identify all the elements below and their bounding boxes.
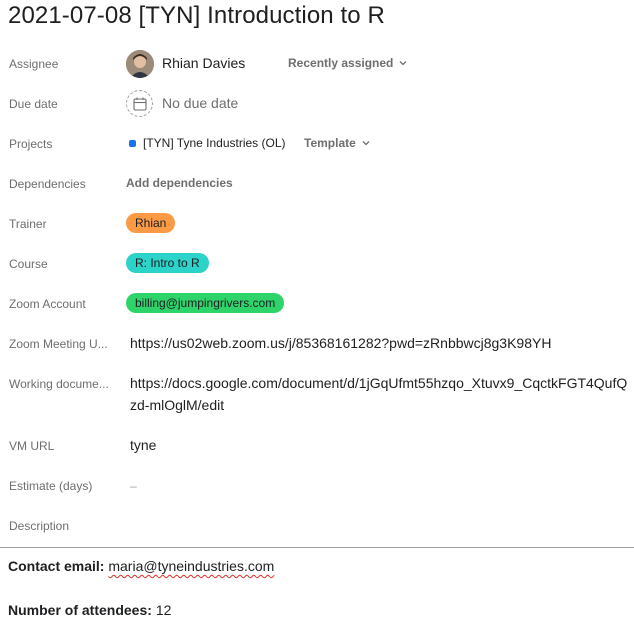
description-label: Description: [9, 519, 70, 533]
trainer-label: Trainer: [9, 217, 47, 231]
attendees-label: Number of attendees:: [8, 602, 152, 618]
recently-assigned-dropdown[interactable]: Recently assigned: [288, 56, 407, 70]
avatar[interactable]: [126, 50, 154, 78]
add-dependencies-button[interactable]: Add dependencies: [126, 176, 233, 190]
attendees-value: 12: [155, 602, 172, 618]
chevron-down-icon: [399, 61, 407, 66]
vm-url-value[interactable]: tyne: [130, 437, 156, 453]
trainer-pill[interactable]: Rhian: [126, 213, 176, 233]
assignee-label: Assignee: [9, 57, 59, 71]
dependencies-label: Dependencies: [9, 177, 86, 191]
zoom-meeting-url-label: Zoom Meeting U...: [9, 337, 108, 351]
recently-assigned-label: Recently assigned: [288, 56, 394, 70]
contact-email-value: maria@tyneindustries.com: [108, 558, 275, 574]
working-document-value[interactable]: https://docs.google.com/document/d/1jGqU…: [130, 372, 628, 416]
project-link[interactable]: [TYN] Tyne Industries (OL): [143, 136, 286, 150]
working-document-label: Working docume...: [9, 377, 109, 391]
projects-label: Projects: [9, 137, 53, 151]
project-color-dot: [129, 140, 136, 147]
course-pill[interactable]: R: Intro to R: [126, 253, 209, 273]
zoom-meeting-url-value[interactable]: https://us02web.zoom.us/j/85368161282?pw…: [130, 335, 551, 351]
zoom-account-pill[interactable]: billing@jumpingrivers.com: [126, 293, 285, 313]
contact-email-label: Contact email:: [8, 558, 105, 574]
course-label: Course: [9, 257, 48, 271]
calendar-icon[interactable]: [126, 90, 153, 117]
zoom-account-label: Zoom Account: [9, 297, 86, 311]
chevron-down-icon: [362, 141, 370, 146]
vm-url-label: VM URL: [9, 439, 55, 453]
section-dropdown[interactable]: Template: [304, 136, 370, 150]
due-date-label: Due date: [9, 97, 58, 111]
estimate-label: Estimate (days): [9, 479, 93, 493]
description-divider: [0, 547, 634, 548]
task-title[interactable]: 2021-07-08 [TYN] Introduction to R: [8, 2, 385, 30]
attendees-line[interactable]: Number of attendees: 12: [8, 602, 171, 618]
section-label: Template: [304, 136, 356, 150]
assignee-name[interactable]: Rhian Davies: [162, 55, 245, 71]
contact-email-line[interactable]: Contact email: maria@tyneindustries.com: [8, 558, 274, 574]
estimate-value[interactable]: –: [130, 479, 137, 493]
due-date-value[interactable]: No due date: [162, 95, 238, 111]
